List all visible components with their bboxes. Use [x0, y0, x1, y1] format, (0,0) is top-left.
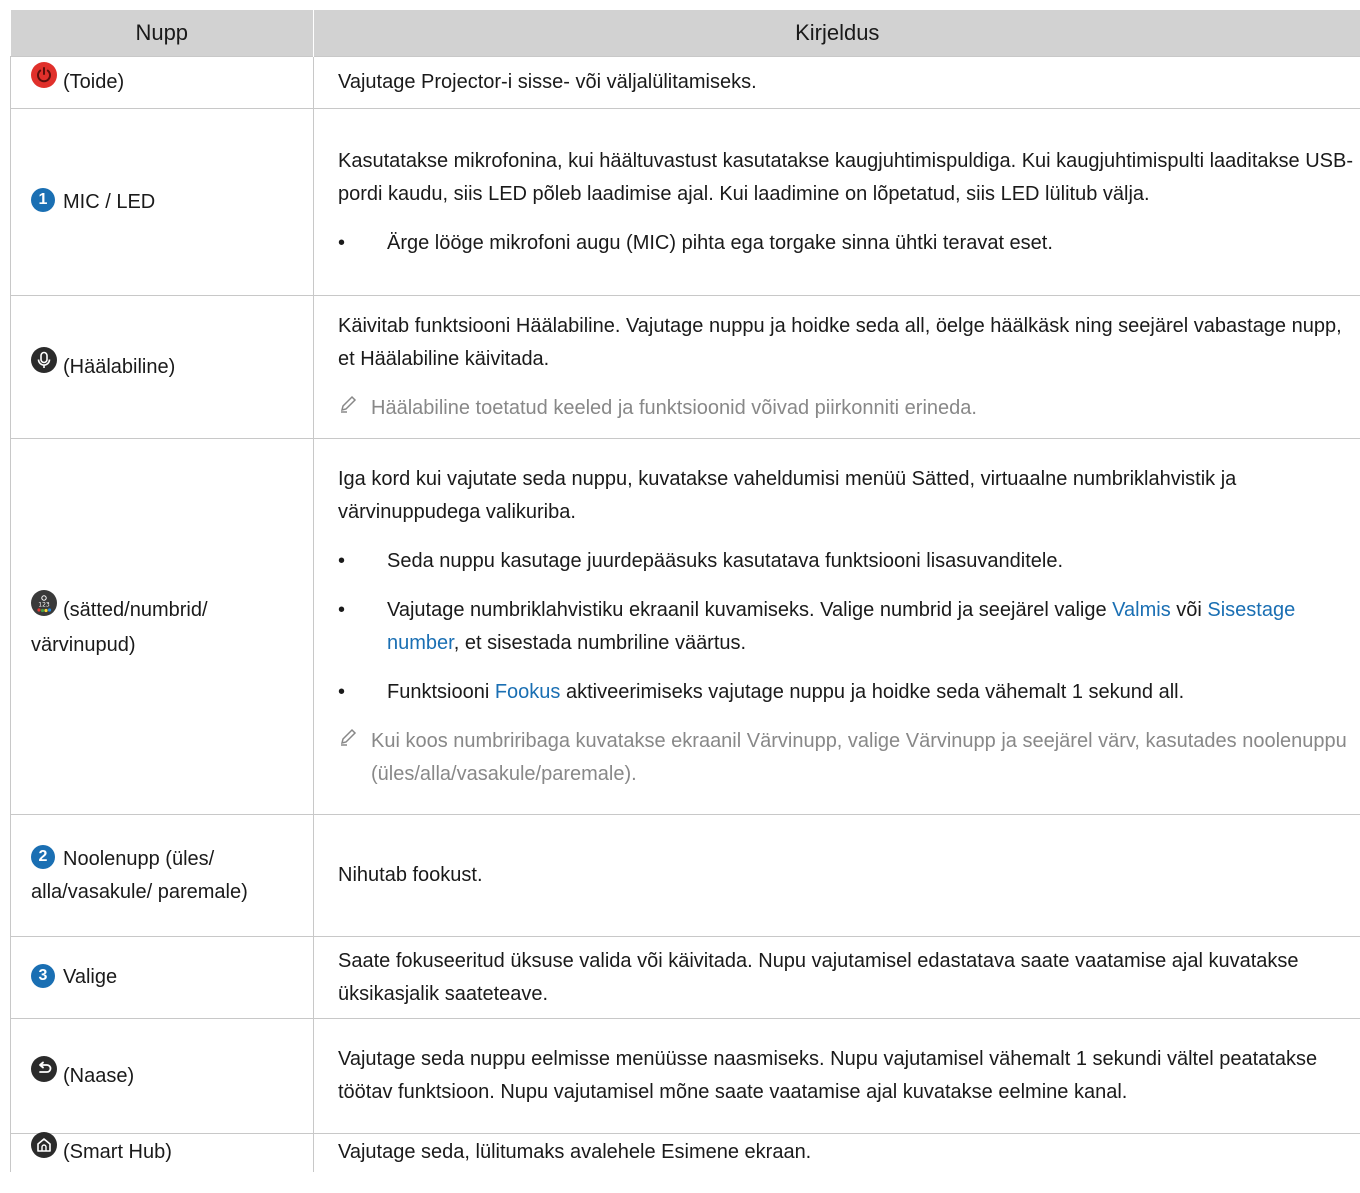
bullet-item: • Funktsiooni Fookus aktiveerimiseks vaju…: [338, 668, 1357, 717]
description-cell: Saate fokuseeritud üksuse valida või käi…: [313, 936, 1360, 1019]
callout-number-badge: 2: [31, 845, 55, 870]
bullet-text: Funktsiooni Fookus aktiveerimiseks vajut…: [387, 680, 1185, 703]
description-text: Iga kord kui vajutate seda nuppu, kuvata…: [338, 467, 1237, 523]
home-icon: [31, 1132, 57, 1169]
button-label: Valige: [63, 966, 118, 988]
bullet-text: Ärge lööge mikrofoni augu (MIC) pihta eg…: [387, 231, 1053, 254]
description-cell: Nihutab fookust.: [313, 814, 1360, 937]
description-cell: Vajutage seda nuppu eelmisse menüüsse na…: [313, 1018, 1360, 1134]
button-cell-select: 3 Valige: [10, 936, 314, 1019]
table-row: (Smart Hub) Vajutage seda, lülitumaks av…: [10, 1132, 1360, 1172]
button-label: MIC / LED: [63, 190, 156, 213]
bullet-text: Vajutage numbriklahvistiku ekraanil kuva…: [387, 598, 1296, 654]
bullet-text: Seda nuppu kasutage juurdepääsuks kasuta…: [387, 549, 1064, 572]
bullet-item: • Vajutage numbriklahvistiku ekraanil kuv…: [338, 586, 1357, 668]
table-row: 3 Valige Saate fokuseeritud üksuse valida…: [10, 936, 1360, 1019]
link-valmis[interactable]: Valmis: [1112, 599, 1171, 621]
table-row: (Toide) Vajutage Projector-i sisse- või …: [10, 56, 1360, 109]
description-cell: Iga kord kui vajutate seda nuppu, kuvata…: [313, 438, 1360, 815]
table-header-row: Nupp Kirjeldus: [10, 10, 1360, 57]
pencil-note-icon: [338, 725, 371, 791]
button-cell-mic: 1 MIC / LED: [10, 108, 314, 296]
table-row: 2 Noolenupp (üles/ alla/vasakule/ paremal…: [10, 814, 1360, 937]
button-label: (Toide): [63, 70, 125, 93]
description-text: Vajutage seda nuppu eelmisse menüüsse na…: [338, 1048, 1318, 1103]
button-label: (Häälabiline): [63, 355, 176, 378]
note-text: Häälabiline toetatud keeled ja funktsioo…: [371, 396, 977, 419]
button-cell-back: (Naase): [10, 1018, 314, 1134]
button-cell-power: (Toide): [10, 56, 314, 109]
bullet-item: • Seda nuppu kasutage juurdepääsuks kasut…: [338, 537, 1357, 586]
description-cell: Vajutage seda, lülitumaks avalehele Esim…: [313, 1133, 1360, 1172]
callout-number-badge: 1: [31, 188, 55, 213]
settings-numbers-colors-icon: 123: [31, 589, 57, 627]
button-label: (Smart Hub): [63, 1141, 172, 1164]
button-label: (sätted/numbrid/ värvinupud): [31, 598, 208, 656]
header-button-column: Nupp: [10, 10, 314, 57]
description-cell: Kasutatakse mikrofonina, kui hääl­tuvast…: [313, 108, 1360, 296]
button-cell-home: (Smart Hub): [10, 1132, 314, 1172]
note-item: Häälabiline toetatud keeled ja funktsioo…: [338, 384, 1357, 433]
button-label: (Naase): [63, 1064, 135, 1087]
note-text: Kui koos numbriribaga kuvatakse ekraanil…: [371, 729, 1347, 785]
header-description-column: Kirjeldus: [313, 10, 1360, 57]
table-row: (Häälabiline) Käivitab funktsiooni Hääla…: [10, 295, 1360, 439]
power-icon: [31, 62, 57, 99]
back-arrow-icon: [31, 1055, 57, 1093]
button-cell-settings: 123 (sätted/numbrid/ värvinupud): [10, 438, 314, 815]
button-label: Noolenupp (üles/ alla/vasakule/ paremale…: [31, 847, 248, 903]
button-cell-voice: (Häälabiline): [10, 295, 314, 439]
microphone-icon: [31, 346, 57, 384]
link-fookus[interactable]: Fookus: [495, 681, 561, 703]
description-text: Vajutage seda, lülitumaks avalehele Esim…: [338, 1141, 812, 1164]
svg-text:123: 123: [38, 601, 50, 608]
description-cell: Vajutage Projector-i sisse- või väljalül…: [313, 56, 1360, 109]
pencil-note-icon: [338, 392, 371, 425]
note-item: Kui koos numbriribaga kuvatakse ekraanil…: [338, 717, 1357, 799]
button-cell-arrows: 2 Noolenupp (üles/ alla/vasakule/ paremal…: [10, 814, 314, 937]
description-cell: Käivitab funktsiooni Häälabiline. Vajuta…: [313, 295, 1360, 439]
table-row: 123 (sätted/numbrid/ värvinupud) Iga kor…: [10, 438, 1360, 815]
remote-buttons-table: Nupp Kirjeldus (Toide) Vajutage Projecto…: [10, 10, 1360, 1172]
bullet-item: • Ärge lööge mikrofoni augu (MIC) pihta e…: [338, 219, 1357, 268]
description-text: Saate fokuseeritud üksuse valida või käi…: [338, 949, 1299, 1005]
description-text: Vajutage Projector-i sisse- või väljalül…: [338, 71, 757, 93]
callout-number-badge: 3: [31, 963, 55, 988]
description-text: Kasutatakse mikrofonina, kui hääl­tuvast…: [338, 149, 1353, 205]
description-text: Nihutab fookust.: [338, 864, 483, 886]
table-row: 1 MIC / LED Kasutatakse mikrofonina, kui …: [10, 108, 1360, 296]
description-text: Käivitab funktsiooni Häälabiline. Vajuta…: [338, 314, 1342, 370]
table-row: (Naase) Vajutage seda nuppu eelmisse men…: [10, 1018, 1360, 1134]
